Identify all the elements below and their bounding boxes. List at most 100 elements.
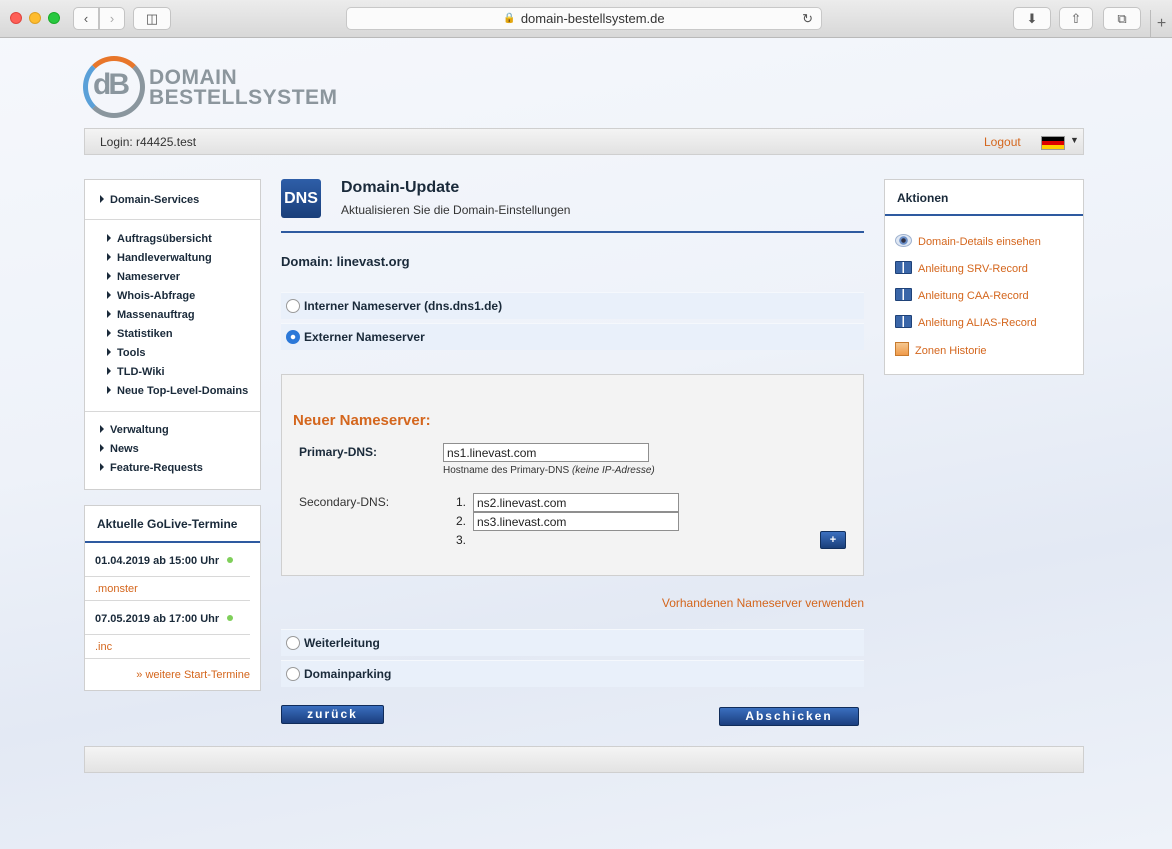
- golive-tld-link[interactable]: .monster: [85, 577, 250, 601]
- radio-forwarding[interactable]: [286, 636, 300, 650]
- sidebar-item-feature-requests[interactable]: Feature-Requests: [100, 462, 260, 481]
- logo-line-2: BESTELLSYSTEM: [149, 86, 338, 109]
- submit-button[interactable]: Abschicken: [719, 707, 859, 726]
- chevron-down-icon[interactable]: ▼: [1070, 135, 1079, 145]
- domain-name: Domain: linevast.org: [281, 254, 410, 269]
- triangle-right-icon: [107, 310, 111, 318]
- golive-tld-link[interactable]: .inc: [85, 635, 250, 659]
- title-divider: [281, 231, 864, 233]
- triangle-right-icon: [107, 367, 111, 375]
- option-internal-nameserver[interactable]: Interner Nameserver (dns.dns1.de): [281, 292, 864, 319]
- sidebar-nav: Domain-Services Auftragsübersicht Handle…: [84, 179, 261, 490]
- page-footer: [84, 746, 1084, 773]
- sidebar-item-statistiken[interactable]: Statistiken: [107, 328, 260, 347]
- german-flag-icon[interactable]: [1041, 136, 1065, 150]
- triangle-right-icon: [107, 272, 111, 280]
- sidebar-item-handleverwaltung[interactable]: Handleverwaltung: [107, 252, 260, 271]
- action-srv-guide[interactable]: Anleitung SRV-Record: [895, 261, 1028, 279]
- golive-header: Aktuelle GoLive-Termine: [85, 506, 260, 543]
- triangle-right-icon: [107, 291, 111, 299]
- address-bar[interactable]: 🔒 domain-bestellsystem.de ↻: [346, 7, 822, 30]
- book-icon: [895, 315, 912, 328]
- option-parking[interactable]: Domainparking: [281, 660, 864, 687]
- downloads-icon[interactable]: ⬇: [1013, 7, 1051, 30]
- logo-line-1: DOMAIN: [149, 66, 238, 89]
- status-dot-icon: [227, 557, 234, 563]
- browser-toolbar: ‹ › ◫ 🔒 domain-bestellsystem.de ↻ ⬇ ⇧ ⧉ …: [0, 0, 1172, 38]
- radio-parking[interactable]: [286, 667, 300, 681]
- status-dot-icon: [227, 615, 234, 621]
- option-label: Weiterleitung: [304, 636, 380, 650]
- triangle-right-icon: [100, 425, 104, 433]
- triangle-right-icon: [107, 329, 111, 337]
- secondary-dns-label: Secondary-DNS:: [299, 495, 390, 509]
- golive-date: 07.05.2019 ab 17:00 Uhr: [85, 601, 250, 635]
- primary-dns-hint: Hostname des Primary-DNS (keine IP-Adres…: [443, 465, 655, 476]
- history-icon: [895, 342, 909, 356]
- action-alias-guide[interactable]: Anleitung ALIAS-Record: [895, 315, 1037, 333]
- more-dates-link[interactable]: » weitere Start-Termine: [85, 659, 260, 681]
- primary-dns-input[interactable]: [443, 443, 649, 462]
- reload-icon[interactable]: ↻: [802, 11, 813, 27]
- sidebar-header[interactable]: Domain-Services: [85, 180, 260, 220]
- secondary-dns-number: 1.: [456, 495, 467, 509]
- back-icon[interactable]: ‹: [73, 7, 99, 30]
- login-info: Login: r44425.test: [100, 135, 197, 149]
- book-icon: [895, 288, 912, 301]
- user-bar: Login: r44425.test Logout ▼: [84, 128, 1084, 155]
- sidebar-item-tools[interactable]: Tools: [107, 347, 260, 366]
- url-text: domain-bestellsystem.de: [520, 11, 665, 26]
- logo-wordmark: DOMAIN BESTELLSYSTEM: [149, 66, 338, 109]
- golive-panel: Aktuelle GoLive-Termine 01.04.2019 ab 15…: [84, 505, 261, 691]
- secondary-dns-input-1[interactable]: [473, 493, 679, 512]
- close-window-button[interactable]: [10, 12, 22, 24]
- radio-external[interactable]: [286, 330, 300, 344]
- triangle-right-icon: [107, 348, 111, 356]
- eye-icon: [895, 234, 912, 247]
- sidebar-submenu: Auftragsübersicht Handleverwaltung Names…: [85, 220, 260, 412]
- secondary-dns-input-2[interactable]: [473, 512, 679, 531]
- triangle-right-icon: [100, 444, 104, 452]
- action-caa-guide[interactable]: Anleitung CAA-Record: [895, 288, 1029, 306]
- option-label: Interner Nameserver (dns.dns1.de): [304, 299, 503, 313]
- logout-link[interactable]: Logout: [984, 135, 1021, 149]
- nameserver-form-title: Neuer Nameserver:: [293, 412, 431, 429]
- triangle-right-icon: [107, 234, 111, 242]
- add-nameserver-button[interactable]: +: [820, 531, 846, 549]
- sidebar-toggle-icon[interactable]: ◫: [133, 7, 171, 30]
- share-icon[interactable]: ⇧: [1059, 7, 1093, 30]
- use-existing-nameserver-link[interactable]: Vorhandenen Nameserver verwenden: [662, 596, 864, 610]
- action-domain-details[interactable]: Domain-Details einsehen: [895, 234, 1041, 252]
- sidebar-item-verwaltung[interactable]: Verwaltung: [100, 424, 260, 443]
- back-button[interactable]: zurück: [281, 705, 384, 724]
- option-forwarding[interactable]: Weiterleitung: [281, 629, 864, 656]
- page-subtitle: Aktualisieren Sie die Domain-Einstellung…: [341, 203, 571, 217]
- actions-panel: Aktionen Domain-Details einsehen Anleitu…: [884, 179, 1084, 375]
- sidebar-item-news[interactable]: News: [100, 443, 260, 462]
- option-external-nameserver[interactable]: Externer Nameserver: [281, 323, 864, 350]
- logo-mark-text: dB: [93, 68, 130, 101]
- sidebar-secondary: Verwaltung News Feature-Requests: [85, 412, 260, 481]
- nameserver-form: Neuer Nameserver: Primary-DNS: Hostname …: [281, 374, 864, 576]
- option-label: Domainparking: [304, 667, 392, 681]
- page-title: Domain-Update: [341, 179, 460, 196]
- zoom-window-button[interactable]: [48, 12, 60, 24]
- triangle-right-icon: [100, 195, 104, 203]
- forward-icon[interactable]: ›: [99, 7, 125, 30]
- sidebar-item-massenauftrag[interactable]: Massenauftrag: [107, 309, 260, 328]
- triangle-right-icon: [100, 463, 104, 471]
- sidebar-item-auftragsuebersicht[interactable]: Auftragsübersicht: [107, 233, 260, 252]
- sidebar-item-nameserver[interactable]: Nameserver: [107, 271, 260, 290]
- radio-internal[interactable]: [286, 299, 300, 313]
- tabs-overview-icon[interactable]: ⧉: [1103, 7, 1141, 30]
- secondary-dns-number: 2.: [456, 514, 467, 528]
- sidebar-item-neue-tlds[interactable]: Neue Top-Level-Domains: [107, 385, 260, 404]
- primary-dns-label: Primary-DNS:: [299, 445, 378, 459]
- book-icon: [895, 261, 912, 274]
- new-tab-icon[interactable]: +: [1150, 10, 1172, 38]
- minimize-window-button[interactable]: [29, 12, 41, 24]
- sidebar-item-whois[interactable]: Whois-Abfrage: [107, 290, 260, 309]
- action-zone-history[interactable]: Zonen Historie: [895, 342, 987, 360]
- dns-icon: DNS: [281, 179, 321, 218]
- sidebar-item-tld-wiki[interactable]: TLD-Wiki: [107, 366, 260, 385]
